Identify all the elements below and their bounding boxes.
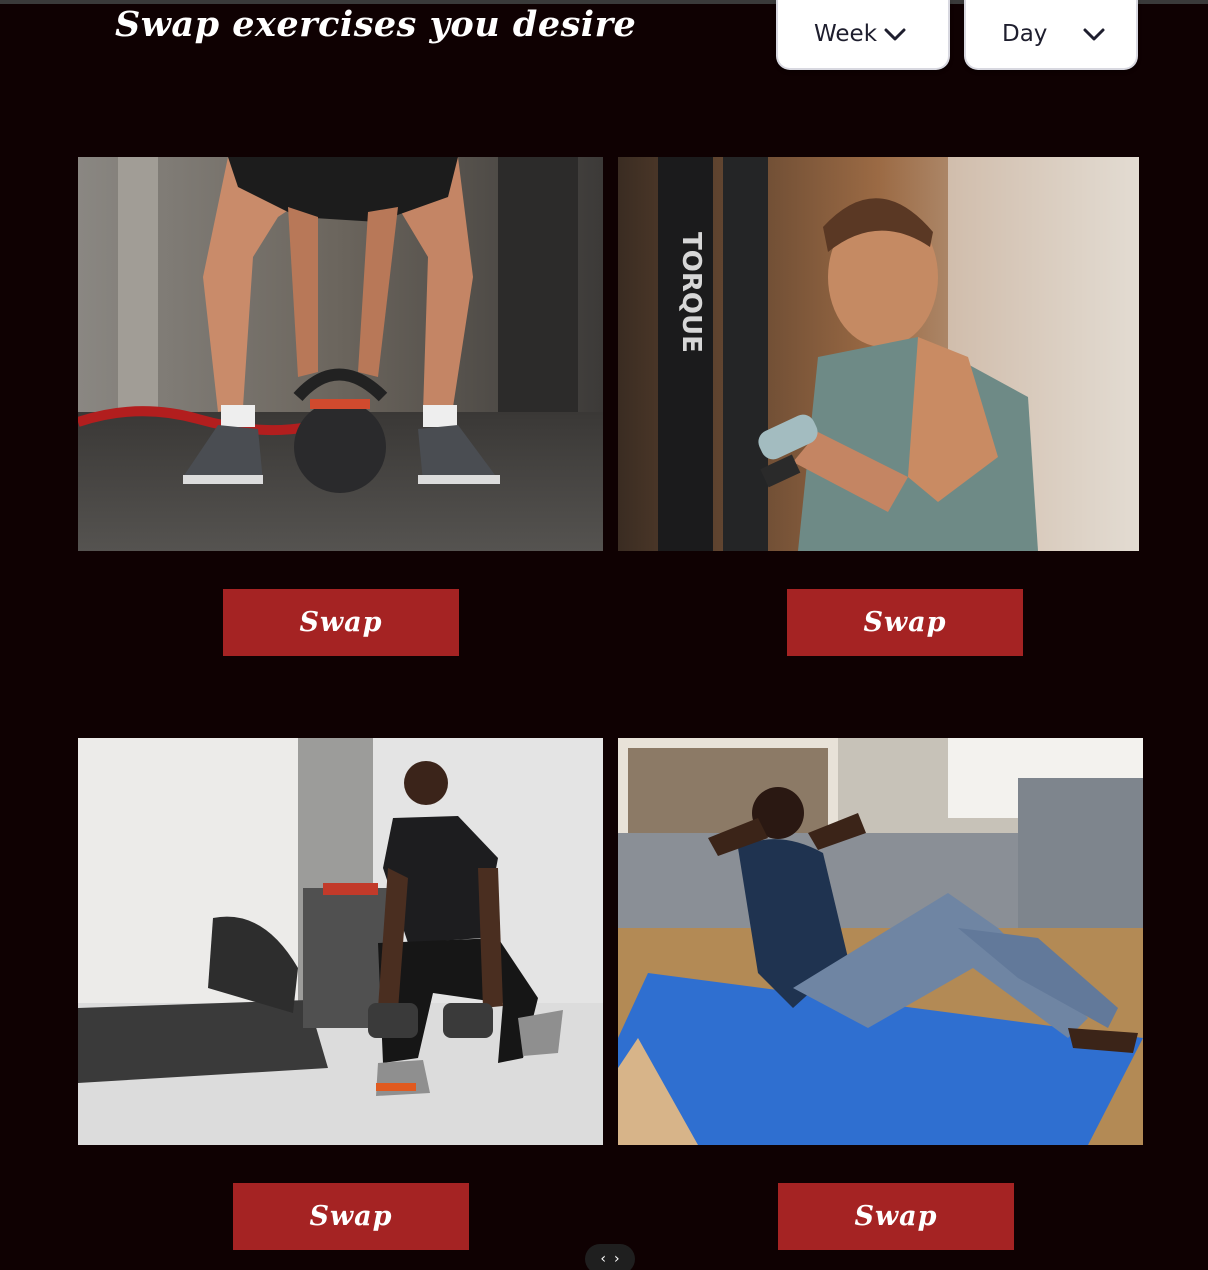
bicep-curl-exercise-photo: TORQUE [618,157,1139,551]
sit-up-exercise-photo [618,738,1143,1145]
chevron-down-icon [1082,26,1106,42]
chevron-down-icon [883,26,907,42]
carousel-pager: ‹ › [585,1244,635,1270]
dumbbell-lunge-exercise-photo [78,738,603,1145]
swap-button-2[interactable]: Swap [787,589,1023,656]
swap-button-4[interactable]: Swap [778,1183,1014,1250]
week-dropdown[interactable]: Week [776,0,950,70]
swap-button-1[interactable]: Swap [223,589,459,656]
day-dropdown-label: Day [1002,21,1048,47]
day-dropdown[interactable]: Day [964,0,1138,70]
svg-text:TORQUE: TORQUE [676,232,706,353]
page-title: Swap exercises you desire [115,4,637,45]
chevron-left-icon[interactable]: ‹ [600,1252,606,1266]
kettlebell-exercise-photo [78,157,603,551]
chevron-right-icon[interactable]: › [614,1252,620,1266]
swap-button-3[interactable]: Swap [233,1183,469,1250]
week-dropdown-label: Week [814,21,878,47]
swap-exercises-page: Swap exercises you desire Week Day TORQU… [0,0,1208,1270]
